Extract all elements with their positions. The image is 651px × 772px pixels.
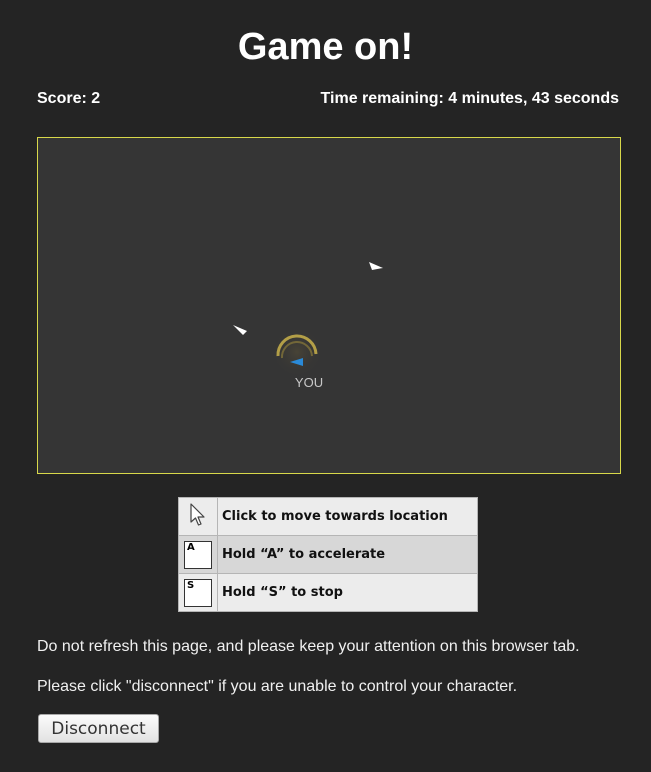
time-remaining: Time remaining: 4 minutes, 43 seconds: [320, 90, 619, 107]
game-canvas[interactable]: YOU: [37, 137, 621, 474]
other-player-marker: [369, 262, 383, 270]
control-label: Hold “S” to stop: [217, 573, 478, 612]
disconnect-instruction: Please click "disconnect" if you are una…: [37, 678, 518, 695]
disconnect-button[interactable]: Disconnect: [38, 714, 159, 743]
control-label: Hold “A” to accelerate: [217, 535, 478, 574]
score-display: Score: 2: [37, 90, 101, 107]
page-title: Game on!: [237, 26, 414, 68]
player-label: YOU: [295, 375, 323, 390]
a-key-icon: A: [184, 540, 212, 569]
mouse-cursor-icon: [190, 502, 205, 526]
refresh-warning: Do not refresh this page, and please kee…: [37, 638, 580, 655]
control-label: Click to move towards location: [217, 497, 478, 536]
control-row-stop: S Hold “S” to stop: [178, 573, 478, 612]
control-row-click: Click to move towards location: [178, 497, 478, 536]
control-row-accelerate: A Hold “A” to accelerate: [178, 535, 478, 574]
other-player-marker: [233, 325, 247, 335]
s-key-icon: S: [184, 578, 212, 607]
controls-legend: Click to move towards location A Hold “A…: [178, 497, 478, 612]
